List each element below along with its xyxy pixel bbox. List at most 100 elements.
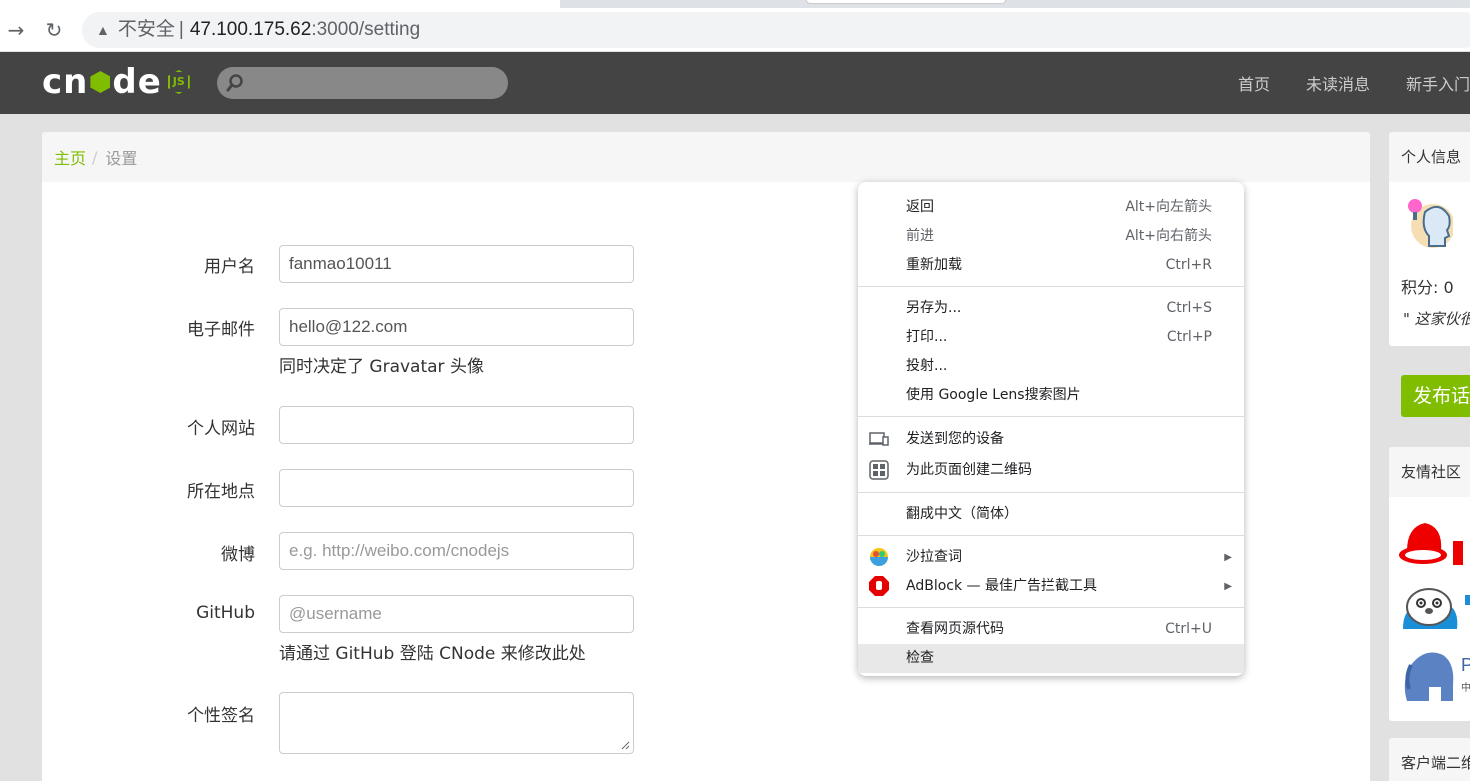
cnode-logo[interactable]: cn de JS	[42, 64, 190, 100]
menu-label-inspect: 检查	[906, 650, 934, 666]
menu-item-shala[interactable]: 沙拉查词 ▶	[858, 543, 1244, 572]
menu-item-send-to-devices[interactable]: 发送到您的设备	[858, 424, 1244, 455]
avatar[interactable]	[1403, 192, 1453, 254]
menu-shortcut-back: Alt+向左箭头	[1125, 199, 1212, 215]
breadcrumb-home[interactable]: 主页	[54, 145, 86, 169]
profile-card: 个人信息 积分: 0 " 这家伙很	[1389, 132, 1470, 346]
website-field[interactable]	[279, 406, 634, 444]
reload-icon[interactable]: ↻	[40, 16, 68, 44]
menu-item-adblock[interactable]: AdBlock — 最佳广告拦截工具 ▶	[858, 572, 1244, 601]
website-label: 个人网站	[187, 419, 255, 439]
client-qr-card: 客户端二维码	[1389, 738, 1470, 781]
menu-shortcut-view-source: Ctrl+U	[1165, 621, 1212, 637]
logo-text: cn	[42, 62, 89, 102]
browser-tab-strip	[0, 0, 1470, 8]
nav-unread[interactable]: 未读消息	[1306, 71, 1370, 95]
signature-text: " 这家伙很	[1403, 310, 1470, 328]
breadcrumb-current: 设置	[105, 149, 138, 168]
svg-text:中文: 中文	[1461, 681, 1470, 694]
menu-label-cast: 投射...	[906, 358, 948, 374]
friends-title: 友情社区	[1389, 447, 1470, 497]
menu-divider	[858, 535, 1244, 536]
active-tab[interactable]	[0, 0, 560, 8]
qr-code-icon	[869, 460, 889, 480]
menu-item-cast[interactable]: 投射...	[858, 352, 1244, 381]
email-field[interactable]: hello@122.com	[279, 308, 634, 346]
insecure-label: 不安全	[117, 19, 175, 40]
menu-label-view-source: 查看网页源代码	[906, 621, 1004, 637]
menu-item-inspect[interactable]: 检查	[858, 644, 1244, 673]
menu-divider	[858, 416, 1244, 417]
svg-text:P: P	[1461, 655, 1470, 675]
email-label: 电子邮件	[187, 320, 255, 340]
publish-topic-button[interactable]: 发布话题	[1401, 375, 1470, 417]
ruby-china-logo[interactable]	[1397, 515, 1470, 567]
email-help-text: 同时决定了 Gravatar 头像	[279, 357, 484, 377]
adblock-icon	[869, 576, 889, 596]
menu-item-save-as[interactable]: 另存为... Ctrl+S	[858, 294, 1244, 323]
menu-label-qr-code: 为此页面创建二维码	[906, 462, 1032, 478]
location-label: 所在地点	[187, 482, 255, 502]
nav-links: 首页 未读消息 新手入门	[1202, 52, 1470, 114]
github-field[interactable]: @username	[279, 595, 634, 633]
breadcrumb-separator: /	[92, 147, 98, 167]
menu-item-translate[interactable]: 翻成中文（简体）	[858, 500, 1244, 529]
menu-label-send-to-devices: 发送到您的设备	[906, 431, 1004, 447]
menu-divider	[858, 286, 1244, 287]
golang-china-logo[interactable]	[1399, 581, 1470, 633]
url-path: :3000/setting	[311, 19, 421, 40]
menu-item-reload[interactable]: 重新加载 Ctrl+R	[858, 251, 1244, 280]
menu-item-google-lens[interactable]: 使用 Google Lens搜索图片	[858, 381, 1244, 410]
menu-label-shala: 沙拉查词	[906, 549, 962, 565]
warning-icon: ▲	[96, 22, 110, 38]
menu-item-view-source[interactable]: 查看网页源代码 Ctrl+U	[858, 615, 1244, 644]
address-bar[interactable]: ▲ 不安全 | 47.100.175.62:3000/setting	[82, 12, 1470, 48]
menu-label-save-as: 另存为...	[906, 300, 962, 316]
submenu-arrow-icon: ▶	[1224, 581, 1232, 592]
score-text: 积分: 0	[1401, 278, 1454, 297]
nav-getstart[interactable]: 新手入门	[1406, 71, 1470, 95]
url-separator: |	[178, 19, 184, 40]
menu-label-reload: 重新加载	[906, 257, 962, 273]
browser-toolbar: → ↻ ▲ 不安全 | 47.100.175.62:3000/setting	[0, 8, 1470, 52]
menu-label-back: 返回	[906, 199, 934, 215]
github-help-text: 请通过 GitHub 登陆 CNode 来修改此处	[279, 644, 586, 664]
signature-textarea[interactable]	[279, 692, 634, 754]
menu-item-forward[interactable]: 前进 Alt+向右箭头	[858, 222, 1244, 251]
php-china-logo[interactable]: P 中文	[1399, 643, 1470, 705]
menu-label-forward: 前进	[906, 228, 934, 244]
weibo-label: 微博	[221, 545, 255, 565]
client-qr-title: 客户端二维码	[1389, 738, 1470, 781]
menu-shortcut-print: Ctrl+P	[1166, 329, 1212, 345]
location-field[interactable]	[279, 469, 634, 507]
breadcrumb: 主页 / 设置	[42, 132, 1370, 182]
weibo-field[interactable]: e.g. http://weibo.com/cnodejs	[279, 532, 634, 570]
menu-label-google-lens: 使用 Google Lens搜索图片	[906, 387, 1081, 403]
forward-arrow-icon[interactable]: →	[2, 16, 30, 44]
menu-shortcut-save-as: Ctrl+S	[1166, 300, 1212, 316]
menu-item-back[interactable]: 返回 Alt+向左箭头	[858, 193, 1244, 222]
username-label: 用户名	[204, 257, 255, 277]
menu-shortcut-reload: Ctrl+R	[1165, 257, 1212, 273]
friends-card: 友情社区 P 中文	[1389, 447, 1470, 721]
logo-hex-icon	[90, 71, 111, 93]
menu-divider	[858, 492, 1244, 493]
url-host: 47.100.175.62	[189, 19, 312, 40]
username-field[interactable]: fanmao10011	[279, 245, 634, 283]
logo-text-tail: de	[112, 62, 162, 102]
nav-home[interactable]: 首页	[1238, 71, 1270, 95]
menu-divider	[858, 607, 1244, 608]
menu-shortcut-forward: Alt+向右箭头	[1125, 228, 1212, 244]
context-menu: 返回 Alt+向左箭头 前进 Alt+向右箭头 重新加载 Ctrl+R 另存为.…	[858, 182, 1244, 676]
shala-dict-icon	[870, 548, 888, 566]
github-label: GitHub	[196, 603, 255, 623]
resize-grip-icon[interactable]	[620, 740, 630, 750]
menu-item-qr-code[interactable]: 为此页面创建二维码	[858, 455, 1244, 486]
menu-label-translate: 翻成中文（简体）	[906, 506, 1018, 522]
search-input[interactable]	[217, 67, 508, 99]
menu-item-print[interactable]: 打印... Ctrl+P	[858, 323, 1244, 352]
signature-label: 个性签名	[187, 706, 255, 726]
menu-label-adblock: AdBlock — 最佳广告拦截工具	[906, 578, 1097, 594]
search-icon	[226, 74, 243, 92]
nodejs-icon: JS	[167, 70, 190, 94]
